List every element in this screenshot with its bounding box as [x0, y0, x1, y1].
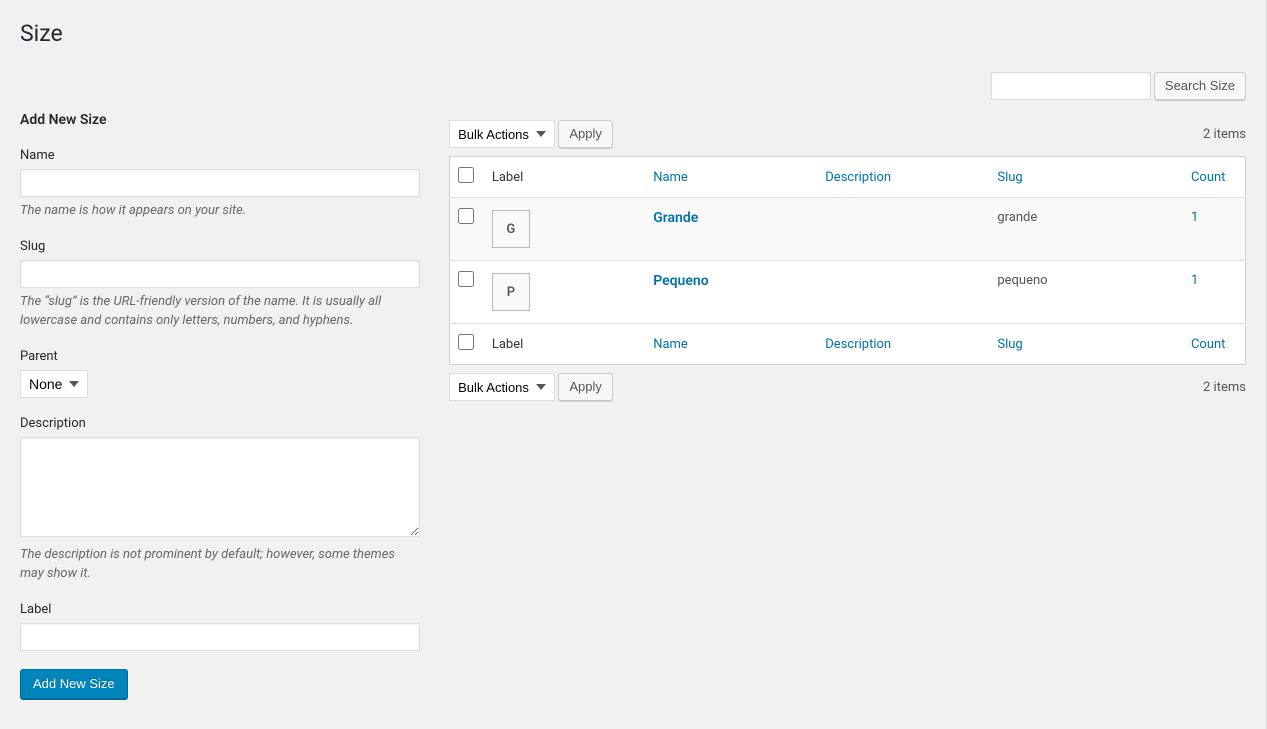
submit-button[interactable]: Add New Size	[20, 669, 128, 699]
row-checkbox[interactable]	[458, 271, 474, 287]
bulk-actions-select-bottom[interactable]: Bulk Actions	[449, 373, 555, 401]
name-input[interactable]	[20, 169, 420, 197]
name-label: Name	[20, 148, 429, 163]
col-count-header[interactable]: Count	[1191, 170, 1225, 185]
col-name-footer[interactable]: Name	[653, 337, 688, 352]
slug-input[interactable]	[20, 260, 420, 288]
col-description-header[interactable]: Description	[825, 170, 891, 185]
col-label-footer: Label	[482, 324, 643, 365]
apply-button-bottom[interactable]: Apply	[558, 373, 613, 401]
slug-label: Slug	[20, 239, 429, 254]
description-hint: The description is not prominent by defa…	[20, 545, 420, 584]
col-slug-header[interactable]: Slug	[997, 170, 1022, 185]
row-slug: pequeno	[987, 261, 1181, 324]
row-name-link[interactable]: Pequeno	[653, 273, 708, 289]
slug-hint: The “slug” is the URL-friendly version o…	[20, 292, 420, 331]
row-slug: grande	[987, 198, 1181, 261]
description-label: Description	[20, 416, 429, 431]
add-new-form: Add New Size Name The name is how it app…	[20, 112, 449, 699]
table-row: P Pequeno pequeno 1	[450, 261, 1246, 324]
swatch: G	[492, 210, 530, 248]
parent-label: Parent	[20, 349, 429, 364]
swatch-label-input[interactable]	[20, 623, 420, 651]
swatch: P	[492, 273, 530, 311]
select-all-bottom[interactable]	[458, 334, 474, 350]
row-checkbox[interactable]	[458, 208, 474, 224]
tablenav-bottom: Bulk Actions Apply 2 items	[449, 365, 1246, 409]
row-name-link[interactable]: Grande	[653, 210, 698, 226]
table-row: G Grande grande 1	[450, 198, 1246, 261]
search-button[interactable]: Search Size	[1154, 72, 1246, 100]
tablenav-top: Bulk Actions Apply 2 items	[449, 112, 1246, 156]
col-count-footer[interactable]: Count	[1191, 337, 1225, 352]
row-count-link[interactable]: 1	[1191, 273, 1198, 288]
size-table: Label Name Description Slug Count G Gran…	[449, 156, 1246, 365]
description-textarea[interactable]	[20, 437, 420, 537]
swatch-label-label: Label	[20, 602, 429, 617]
row-description	[815, 261, 987, 324]
col-description-footer[interactable]: Description	[825, 337, 891, 352]
apply-button-top[interactable]: Apply	[558, 120, 613, 148]
row-description	[815, 198, 987, 261]
search-box: Search Size	[991, 72, 1246, 100]
parent-select[interactable]: None	[20, 370, 88, 398]
row-count-link[interactable]: 1	[1191, 210, 1198, 225]
search-input[interactable]	[991, 72, 1151, 100]
form-heading: Add New Size	[20, 112, 429, 128]
col-name-header[interactable]: Name	[653, 170, 688, 185]
col-label-header: Label	[482, 157, 643, 198]
name-hint: The name is how it appears on your site.	[20, 201, 420, 221]
bulk-actions-select-top[interactable]: Bulk Actions	[449, 120, 555, 148]
page-title: Size	[20, 20, 1246, 47]
select-all-top[interactable]	[458, 167, 474, 183]
col-slug-footer[interactable]: Slug	[997, 337, 1022, 352]
items-count-top: 2 items	[1203, 127, 1246, 142]
items-count-bottom: 2 items	[1203, 380, 1246, 395]
